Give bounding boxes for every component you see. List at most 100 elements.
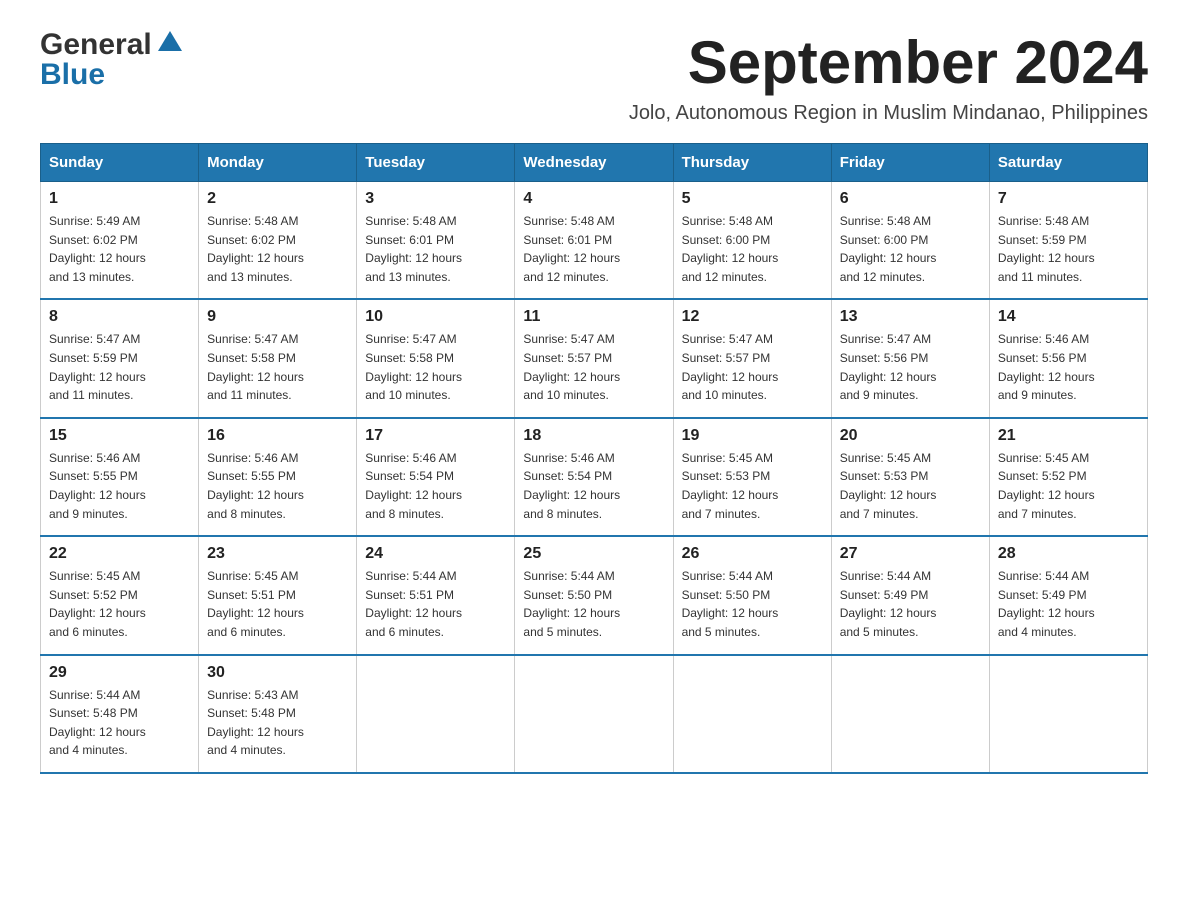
day-info: Sunrise: 5:44 AMSunset: 5:50 PMDaylight:… [523, 567, 664, 641]
weekday-header-wednesday: Wednesday [515, 144, 673, 182]
day-number: 24 [365, 545, 506, 563]
calendar-table: SundayMondayTuesdayWednesdayThursdayFrid… [40, 143, 1148, 774]
subtitle: Jolo, Autonomous Region in Muslim Mindan… [629, 102, 1148, 125]
month-title: September 2024 [629, 30, 1148, 96]
day-info: Sunrise: 5:47 AMSunset: 5:58 PMDaylight:… [207, 330, 348, 404]
calendar-header: SundayMondayTuesdayWednesdayThursdayFrid… [41, 144, 1148, 182]
weekday-header-friday: Friday [831, 144, 989, 182]
day-info: Sunrise: 5:45 AMSunset: 5:53 PMDaylight:… [682, 449, 823, 523]
day-number: 10 [365, 308, 506, 326]
calendar-cell: 29 Sunrise: 5:44 AMSunset: 5:48 PMDayligh… [41, 655, 199, 773]
calendar-cell: 21Sunrise: 5:45 AMSunset: 5:52 PMDayligh… [989, 418, 1147, 536]
weekday-header-tuesday: Tuesday [357, 144, 515, 182]
day-number: 22 [49, 545, 190, 563]
day-info: Sunrise: 5:48 AMSunset: 6:02 PMDaylight:… [207, 212, 348, 286]
calendar-cell: 15 Sunrise: 5:46 AMSunset: 5:55 PMDayligh… [41, 418, 199, 536]
day-number: 5 [682, 190, 823, 208]
day-info: Sunrise: 5:47 AMSunset: 5:58 PMDaylight:… [365, 330, 506, 404]
day-number: 6 [840, 190, 981, 208]
day-info: Sunrise: 5:46 AMSunset: 5:56 PMDaylight:… [998, 330, 1139, 404]
calendar-cell: 7 Sunrise: 5:48 AMSunset: 5:59 PMDaylight… [989, 182, 1147, 300]
day-info: Sunrise: 5:48 AMSunset: 5:59 PMDaylight:… [998, 212, 1139, 286]
calendar-cell [831, 655, 989, 773]
calendar-cell: 27Sunrise: 5:44 AMSunset: 5:49 PMDayligh… [831, 536, 989, 654]
title-area: September 2024 Jolo, Autonomous Region i… [629, 30, 1148, 125]
day-info: Sunrise: 5:48 AMSunset: 6:01 PMDaylight:… [523, 212, 664, 286]
calendar-cell: 24 Sunrise: 5:44 AMSunset: 5:51 PMDayligh… [357, 536, 515, 654]
calendar-week-row: 8Sunrise: 5:47 AMSunset: 5:59 PMDaylight… [41, 299, 1148, 417]
day-info: Sunrise: 5:49 AMSunset: 6:02 PMDaylight:… [49, 212, 190, 286]
calendar-cell: 12 Sunrise: 5:47 AMSunset: 5:57 PMDayligh… [673, 299, 831, 417]
calendar-cell: 9 Sunrise: 5:47 AMSunset: 5:58 PMDaylight… [199, 299, 357, 417]
calendar-cell: 2 Sunrise: 5:48 AMSunset: 6:02 PMDaylight… [199, 182, 357, 300]
logo-general-text: General [40, 30, 152, 60]
day-number: 13 [840, 308, 981, 326]
calendar-body: 1Sunrise: 5:49 AMSunset: 6:02 PMDaylight… [41, 182, 1148, 773]
day-number: 3 [365, 190, 506, 208]
day-number: 16 [207, 427, 348, 445]
day-info: Sunrise: 5:44 AMSunset: 5:49 PMDaylight:… [998, 567, 1139, 641]
day-info: Sunrise: 5:48 AMSunset: 6:01 PMDaylight:… [365, 212, 506, 286]
day-number: 15 [49, 427, 190, 445]
day-number: 23 [207, 545, 348, 563]
weekday-header-thursday: Thursday [673, 144, 831, 182]
day-number: 9 [207, 308, 348, 326]
day-info: Sunrise: 5:44 AMSunset: 5:50 PMDaylight:… [682, 567, 823, 641]
calendar-cell: 28 Sunrise: 5:44 AMSunset: 5:49 PMDayligh… [989, 536, 1147, 654]
weekday-header-row: SundayMondayTuesdayWednesdayThursdayFrid… [41, 144, 1148, 182]
day-info: Sunrise: 5:47 AMSunset: 5:56 PMDaylight:… [840, 330, 981, 404]
day-info: Sunrise: 5:43 AMSunset: 5:48 PMDaylight:… [207, 686, 348, 760]
calendar-cell: 30 Sunrise: 5:43 AMSunset: 5:48 PMDayligh… [199, 655, 357, 773]
day-info: Sunrise: 5:46 AMSunset: 5:54 PMDaylight:… [365, 449, 506, 523]
calendar-cell [673, 655, 831, 773]
day-info: Sunrise: 5:44 AMSunset: 5:49 PMDaylight:… [840, 567, 981, 641]
calendar-cell: 23 Sunrise: 5:45 AMSunset: 5:51 PMDayligh… [199, 536, 357, 654]
day-info: Sunrise: 5:44 AMSunset: 5:51 PMDaylight:… [365, 567, 506, 641]
day-info: Sunrise: 5:47 AMSunset: 5:57 PMDaylight:… [523, 330, 664, 404]
calendar-cell: 11Sunrise: 5:47 AMSunset: 5:57 PMDayligh… [515, 299, 673, 417]
day-info: Sunrise: 5:46 AMSunset: 5:55 PMDaylight:… [49, 449, 190, 523]
day-info: Sunrise: 5:45 AMSunset: 5:52 PMDaylight:… [49, 567, 190, 641]
calendar-cell: 20 Sunrise: 5:45 AMSunset: 5:53 PMDayligh… [831, 418, 989, 536]
calendar-week-row: 22 Sunrise: 5:45 AMSunset: 5:52 PMDayligh… [41, 536, 1148, 654]
day-number: 30 [207, 664, 348, 682]
day-info: Sunrise: 5:47 AMSunset: 5:59 PMDaylight:… [49, 330, 190, 404]
header: General Blue September 2024 Jolo, Autono… [40, 30, 1148, 125]
calendar-cell: 5Sunrise: 5:48 AMSunset: 6:00 PMDaylight… [673, 182, 831, 300]
day-number: 12 [682, 308, 823, 326]
calendar-week-row: 1Sunrise: 5:49 AMSunset: 6:02 PMDaylight… [41, 182, 1148, 300]
logo: General Blue [40, 30, 184, 90]
calendar-cell: 22 Sunrise: 5:45 AMSunset: 5:52 PMDayligh… [41, 536, 199, 654]
day-info: Sunrise: 5:45 AMSunset: 5:52 PMDaylight:… [998, 449, 1139, 523]
calendar-cell: 3 Sunrise: 5:48 AMSunset: 6:01 PMDaylight… [357, 182, 515, 300]
logo-blue-text: Blue [40, 60, 184, 90]
day-number: 20 [840, 427, 981, 445]
day-number: 28 [998, 545, 1139, 563]
day-info: Sunrise: 5:46 AMSunset: 5:54 PMDaylight:… [523, 449, 664, 523]
day-number: 2 [207, 190, 348, 208]
calendar-cell: 19Sunrise: 5:45 AMSunset: 5:53 PMDayligh… [673, 418, 831, 536]
calendar-cell: 6Sunrise: 5:48 AMSunset: 6:00 PMDaylight… [831, 182, 989, 300]
day-number: 25 [523, 545, 664, 563]
day-number: 26 [682, 545, 823, 563]
day-info: Sunrise: 5:45 AMSunset: 5:53 PMDaylight:… [840, 449, 981, 523]
calendar-cell: 1Sunrise: 5:49 AMSunset: 6:02 PMDaylight… [41, 182, 199, 300]
day-info: Sunrise: 5:46 AMSunset: 5:55 PMDaylight:… [207, 449, 348, 523]
calendar-cell [357, 655, 515, 773]
day-number: 14 [998, 308, 1139, 326]
calendar-week-row: 15 Sunrise: 5:46 AMSunset: 5:55 PMDayligh… [41, 418, 1148, 536]
calendar-cell [989, 655, 1147, 773]
day-info: Sunrise: 5:45 AMSunset: 5:51 PMDaylight:… [207, 567, 348, 641]
calendar-cell: 8Sunrise: 5:47 AMSunset: 5:59 PMDaylight… [41, 299, 199, 417]
calendar-cell: 10 Sunrise: 5:47 AMSunset: 5:58 PMDayligh… [357, 299, 515, 417]
day-number: 18 [523, 427, 664, 445]
day-number: 4 [523, 190, 664, 208]
day-number: 7 [998, 190, 1139, 208]
day-number: 29 [49, 664, 190, 682]
day-number: 17 [365, 427, 506, 445]
calendar-cell: 4 Sunrise: 5:48 AMSunset: 6:01 PMDaylight… [515, 182, 673, 300]
calendar-cell [515, 655, 673, 773]
day-info: Sunrise: 5:47 AMSunset: 5:57 PMDaylight:… [682, 330, 823, 404]
day-info: Sunrise: 5:44 AMSunset: 5:48 PMDaylight:… [49, 686, 190, 760]
calendar-cell: 13 Sunrise: 5:47 AMSunset: 5:56 PMDayligh… [831, 299, 989, 417]
